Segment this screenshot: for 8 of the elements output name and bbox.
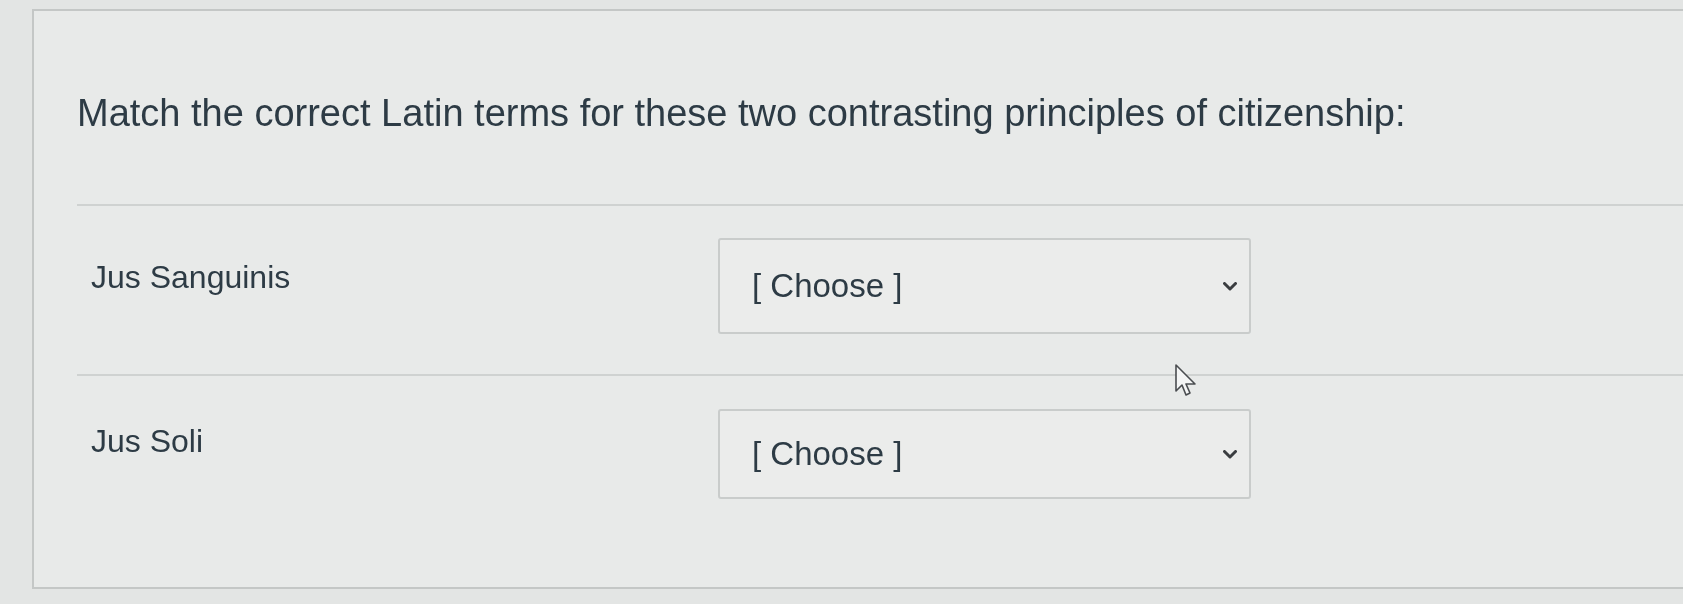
question-text: Match the correct Latin terms for these two contrasting principles of citizenship: [77,91,1407,136]
choose-dropdown[interactable]: [ Choose ] [718,238,1251,334]
chevron-down-icon [1223,281,1237,291]
choose-dropdown[interactable]: [ Choose ] [718,409,1251,499]
match-term: Jus Soli [91,422,205,460]
match-term: Jus Sanguinis [91,258,292,296]
chevron-down-icon [1223,449,1237,459]
mouse-pointer-icon [1175,364,1199,398]
